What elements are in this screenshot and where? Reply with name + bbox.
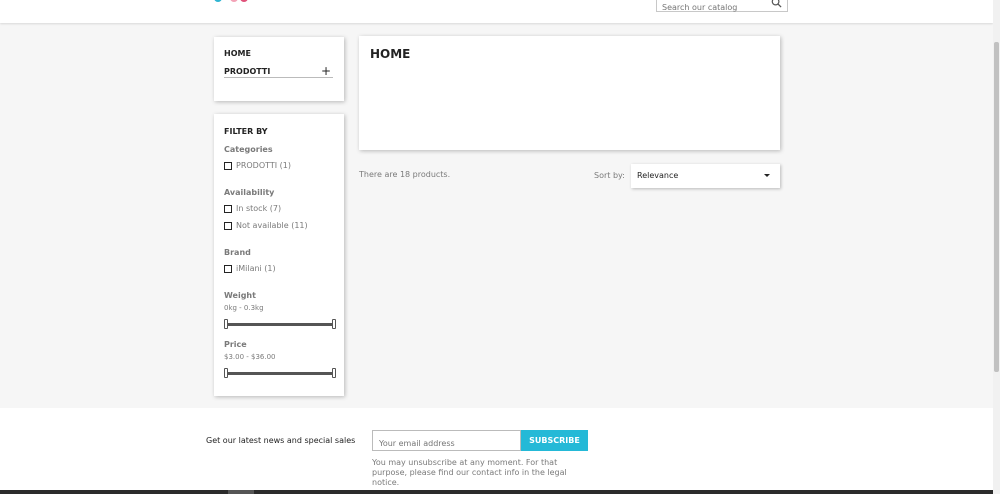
store-logo[interactable] <box>214 0 258 4</box>
slider-track <box>225 372 335 375</box>
sort-selected-value: Relevance <box>637 171 679 180</box>
newsletter-section: Get our latest news and special sales SU… <box>0 408 993 494</box>
page-title: HOME <box>370 47 411 61</box>
newsletter-email-wrapper[interactable] <box>372 430 521 453</box>
newsletter-note: You may unsubscribe at any moment. For t… <box>372 458 567 487</box>
filter-availability-heading: Availability <box>224 188 275 197</box>
newsletter-text: Get our latest news and special sales <box>206 436 356 445</box>
search-icon[interactable] <box>771 0 782 8</box>
price-range-text: $3.00 - $36.00 <box>224 353 276 361</box>
product-count: There are 18 products. <box>359 170 451 179</box>
filter-categories-heading: Categories <box>224 145 273 154</box>
slider-track <box>225 323 335 326</box>
sort-label: Sort by: <box>594 171 625 180</box>
category-header-card: HOME <box>359 36 780 150</box>
weight-min-handle[interactable] <box>224 319 228 329</box>
filter-brand-heading: Brand <box>224 248 251 257</box>
weight-slider[interactable] <box>224 319 336 329</box>
filter-option-prodotti[interactable]: PRODOTTI (1) <box>224 161 291 170</box>
weight-max-handle[interactable] <box>332 319 336 329</box>
search-box[interactable] <box>656 0 788 16</box>
bottom-bar <box>0 490 993 494</box>
logo-mark <box>214 0 222 2</box>
logo-mark <box>230 0 238 2</box>
filter-option-in-stock[interactable]: In stock (7) <box>224 204 281 213</box>
sort-dropdown[interactable]: Relevance <box>631 164 780 188</box>
caret-down-icon <box>764 174 770 177</box>
filter-option-label: iMilani (1) <box>236 264 276 273</box>
checkbox[interactable] <box>224 204 232 213</box>
filter-option-label: In stock (7) <box>236 204 282 213</box>
filter-weight-heading: Weight <box>224 291 256 300</box>
checkbox[interactable] <box>224 221 232 230</box>
logo-mark <box>240 0 248 2</box>
price-slider[interactable] <box>224 368 336 378</box>
price-max-handle[interactable] <box>332 368 336 378</box>
filter-title: FILTER BY <box>224 127 268 136</box>
expand-plus-icon[interactable]: + <box>321 64 331 78</box>
checkbox[interactable] <box>224 161 232 170</box>
subscribe-button[interactable]: SUBSCRIBE <box>521 430 588 451</box>
weight-range-text: 0kg - 0.3kg <box>224 304 264 312</box>
filter-option-imilani[interactable]: iMilani (1) <box>224 264 276 273</box>
page-scrollbar[interactable] <box>993 0 1000 494</box>
site-header <box>0 0 993 23</box>
newsletter-email-input[interactable] <box>373 434 518 453</box>
filter-panel: FILTER BY Categories PRODOTTI (1) Availa… <box>214 114 344 396</box>
checkbox[interactable] <box>224 264 232 273</box>
filter-option-label: Not available (11) <box>236 221 308 230</box>
category-prodotti-label: PRODOTTI <box>224 67 271 76</box>
price-min-handle[interactable] <box>224 368 228 378</box>
scroll-thumb[interactable] <box>994 42 999 372</box>
filter-option-label: PRODOTTI (1) <box>236 161 292 170</box>
category-home-link[interactable]: HOME <box>224 49 251 58</box>
search-input[interactable] <box>657 0 765 16</box>
filter-option-not-available[interactable]: Not available (11) <box>224 221 308 230</box>
category-prodotti-link[interactable]: PRODOTTI + <box>224 64 333 78</box>
category-tree: HOME PRODOTTI + <box>214 37 344 101</box>
bottom-bar-segment <box>228 490 254 494</box>
filter-price-heading: Price <box>224 340 247 349</box>
